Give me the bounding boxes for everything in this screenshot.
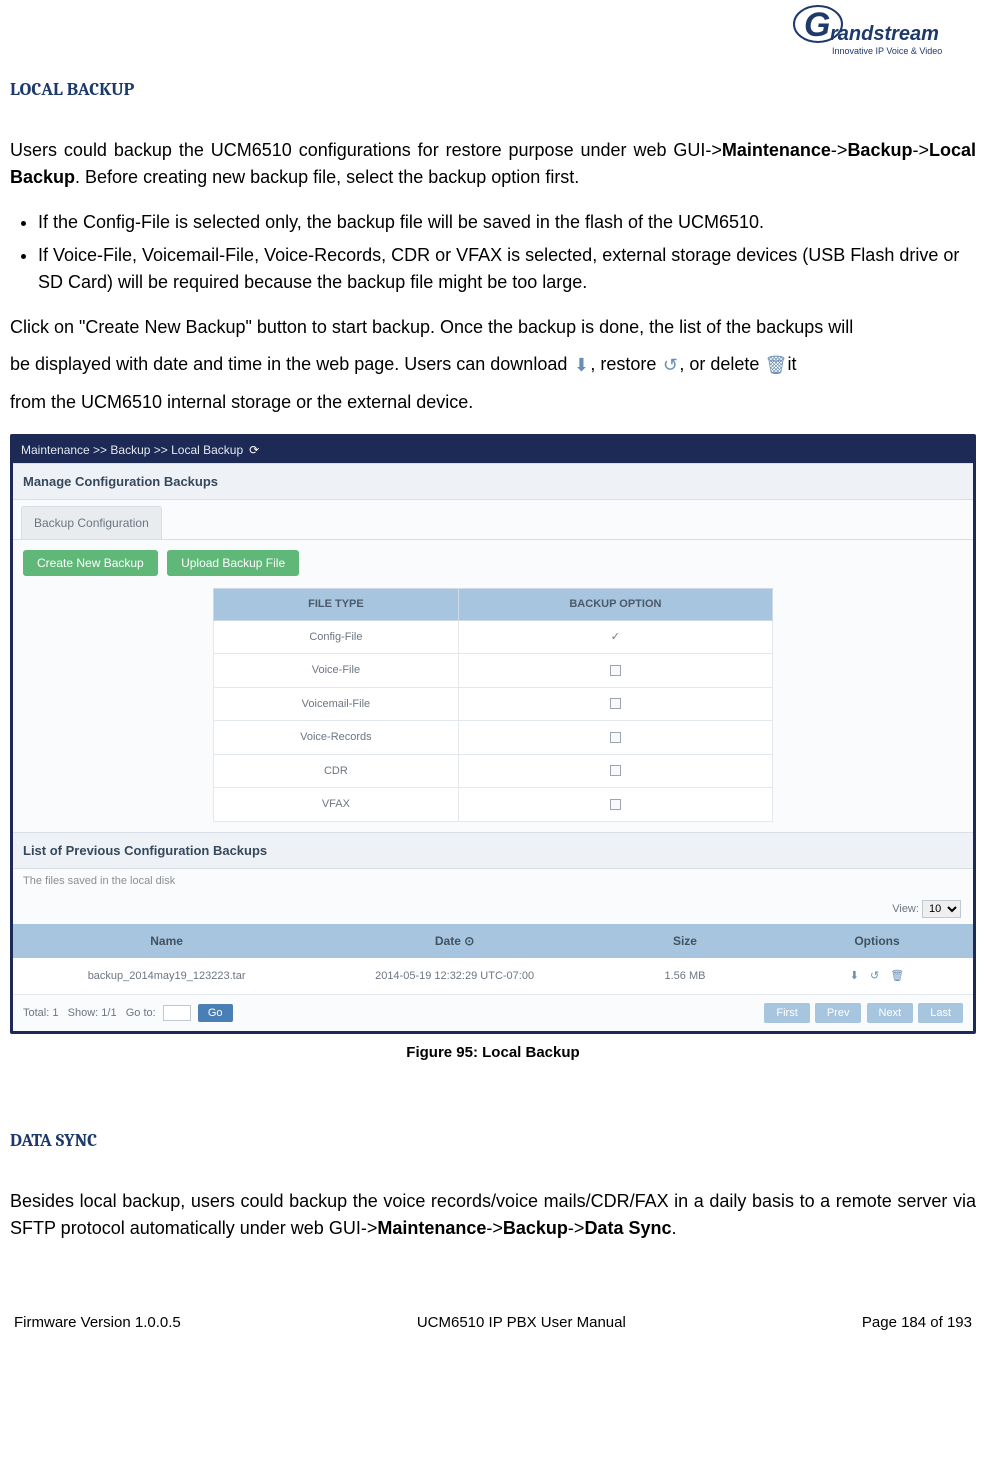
footer-firmware: Firmware Version 1.0.0.5 [14,1312,181,1335]
th-date[interactable]: Date ⊙ [320,924,589,958]
upload-backup-file-button[interactable]: Upload Backup File [167,550,299,576]
brand-logo: G randstream Innovative IP Voice & Video [778,4,970,68]
table-row: backup_2014may19_123223.tar 2014-05-19 1… [13,958,973,995]
heading-data-sync: DATA SYNC [10,1127,976,1154]
restore-icon: ↺ [661,352,679,379]
checkbox-icon [610,799,621,810]
view-label: View: [892,903,919,915]
table-row: VFAX [214,788,773,822]
pager-prev-button[interactable]: Prev [815,1003,862,1023]
cell-date: 2014-05-19 12:32:29 UTC-07:00 [320,958,589,995]
row-delete-icon[interactable]: 🗑 [890,970,904,982]
pager-next-button[interactable]: Next [867,1003,914,1023]
pager-last-button[interactable]: Last [918,1003,963,1023]
table-row: Voicemail-File [214,687,773,721]
page-footer: Firmware Version 1.0.0.5 UCM6510 IP PBX … [10,1312,976,1335]
tab-backup-config[interactable]: Backup Configuration [21,506,162,539]
table-row: Voice-File [214,654,773,688]
svg-text:randstream: randstream [830,23,939,45]
pager-go-button[interactable]: Go [198,1004,233,1022]
table-row: Voice-Records [214,721,773,755]
th-backup-option: BACKUP OPTION [458,589,772,621]
cell-name: backup_2014may19_123223.tar [13,958,320,995]
sort-icon: ⊙ [464,934,474,948]
check-icon: ✓ [611,631,620,643]
pager-show: Show: 1/1 [68,1007,117,1019]
backup-option-table: FILE TYPE BACKUP OPTION Config-File✓ Voi… [213,588,773,822]
svg-text:G: G [804,6,830,44]
row-download-icon[interactable]: ⬇ [850,970,859,982]
checkbox-icon [610,698,621,709]
logo-tagline: Innovative IP Voice & Video [832,46,942,56]
pager-goto-input[interactable] [163,1005,191,1021]
refresh-icon[interactable]: ⟳ [249,441,259,459]
files-note: The files saved in the local disk [13,869,973,898]
section-list-backups: List of Previous Configuration Backups [13,832,973,870]
footer-title: UCM6510 IP PBX User Manual [417,1312,626,1335]
para-icons: be displayed with date and time in the w… [10,351,976,379]
para-click: Click on "Create New Backup" button to s… [10,314,976,341]
checkbox-icon [610,732,621,743]
pager-total: Total: 1 [23,1007,58,1019]
checkbox-icon [610,765,621,776]
th-file-type: FILE TYPE [214,589,459,621]
cell-size: 1.56 MB [589,958,781,995]
breadcrumb: Maintenance >> Backup >> Local Backup [21,441,243,459]
bullet-2: If Voice-File, Voicemail-File, Voice-Rec… [38,242,976,296]
embedded-screenshot: Maintenance >> Backup >> Local Backup ⟳ … [10,434,976,1035]
download-icon: ⬇ [572,352,590,379]
para-from: from the UCM6510 internal storage or the… [10,389,976,416]
pager-goto-label: Go to: [126,1007,156,1019]
footer-page: Page 184 of 193 [862,1312,972,1335]
section-manage-backups: Manage Configuration Backups [13,463,973,501]
bullet-1: If the Config-File is selected only, the… [38,209,976,236]
checkbox-icon [610,665,621,676]
th-name: Name [13,924,320,958]
heading-local-backup: LOCAL BACKUP [10,76,976,103]
table-row: Config-File✓ [214,620,773,654]
view-select[interactable]: 10 [922,900,961,918]
pager-first-button[interactable]: First [764,1003,809,1023]
th-options: Options [781,924,973,958]
figure-caption: Figure 95: Local Backup [10,1042,976,1065]
create-new-backup-button[interactable]: Create New Backup [23,550,158,576]
th-size: Size [589,924,781,958]
delete-icon: 🗑 [764,352,782,379]
para-intro: Users could backup the UCM6510 configura… [10,137,976,191]
row-restore-icon[interactable]: ↺ [870,970,879,982]
backup-list-table: Name Date ⊙ Size Options backup_2014may1… [13,924,973,996]
para-datasync: Besides local backup, users could backup… [10,1188,976,1242]
table-row: CDR [214,754,773,788]
